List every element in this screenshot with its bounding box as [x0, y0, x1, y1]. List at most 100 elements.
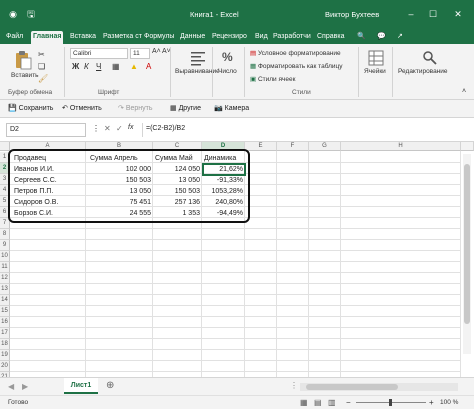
- italic-icon[interactable]: К: [84, 62, 89, 71]
- find-select-icon[interactable]: [422, 50, 438, 66]
- other-commands-button[interactable]: ▦ Другие: [170, 103, 201, 115]
- autosave-icon[interactable]: ◉: [6, 7, 20, 21]
- normal-view-icon[interactable]: ▦: [300, 398, 308, 407]
- sheet-options-icon[interactable]: ⋮: [290, 381, 298, 390]
- vertical-scrollbar-top[interactable]: [461, 142, 474, 151]
- tab-file[interactable]: Файл: [4, 31, 25, 44]
- zoom-slider-thumb[interactable]: [389, 399, 392, 406]
- prev-sheet-icon[interactable]: ◀: [8, 382, 14, 391]
- row-header[interactable]: 15: [0, 306, 10, 317]
- close-button[interactable]: ✕: [450, 6, 466, 22]
- row-header[interactable]: 9: [0, 240, 10, 251]
- column-header-h[interactable]: H: [341, 142, 461, 151]
- tab-data[interactable]: Данные: [178, 31, 207, 44]
- add-sheet-icon[interactable]: ⊕: [106, 380, 114, 391]
- minimize-button[interactable]: –: [403, 6, 419, 22]
- page-layout-view-icon[interactable]: ▤: [314, 398, 322, 407]
- copy-icon[interactable]: ❏: [38, 62, 45, 71]
- row-header[interactable]: 20: [0, 361, 10, 372]
- tab-developer[interactable]: Разработчи: [271, 31, 313, 44]
- borders-icon[interactable]: ▦: [112, 62, 120, 71]
- cell-styles-button[interactable]: ▣ Стили ячеек: [250, 75, 295, 83]
- grid-column-line: [460, 151, 461, 377]
- row-header[interactable]: 19: [0, 350, 10, 361]
- cut-icon[interactable]: ✂: [38, 50, 45, 59]
- paste-icon[interactable]: [14, 50, 32, 70]
- vertical-scrollbar-thumb[interactable]: [464, 164, 470, 324]
- tab-home[interactable]: Главная: [31, 31, 64, 44]
- cells-button[interactable]: Ячейки: [364, 68, 386, 75]
- cancel-icon[interactable]: ✕: [104, 124, 111, 133]
- formula-input[interactable]: =(C2-B2)/B2: [142, 123, 468, 137]
- save-icon: 💾: [8, 105, 19, 112]
- name-box[interactable]: D2: [6, 123, 86, 137]
- row-header[interactable]: 18: [0, 339, 10, 350]
- zoom-out-icon[interactable]: −: [346, 398, 351, 407]
- number-format-button[interactable]: Число: [218, 68, 237, 75]
- grid-row-line: [10, 327, 461, 328]
- share-icon[interactable]: ↗: [395, 31, 405, 44]
- zoom-in-icon[interactable]: +: [429, 398, 434, 407]
- zoom-level[interactable]: 100 %: [440, 399, 458, 406]
- tab-help[interactable]: Справка: [315, 31, 346, 44]
- camera-button[interactable]: 📷 Камера: [214, 103, 249, 115]
- maximize-button[interactable]: ☐: [425, 6, 441, 22]
- bold-icon[interactable]: Ж: [72, 62, 79, 71]
- row-header[interactable]: 11: [0, 262, 10, 273]
- enter-icon[interactable]: ✓: [116, 124, 123, 133]
- comments-icon[interactable]: 💬: [375, 31, 388, 44]
- grow-font-icon[interactable]: A˄: [152, 48, 161, 55]
- font-name-select[interactable]: Calibri: [70, 48, 128, 59]
- redo-icon: ↷: [118, 105, 126, 112]
- row-header[interactable]: 14: [0, 295, 10, 306]
- horizontal-scrollbar-thumb[interactable]: [306, 384, 398, 390]
- alignment-button[interactable]: Выравнивание: [175, 68, 220, 75]
- alignment-icon[interactable]: [190, 50, 206, 66]
- insert-function-icon[interactable]: fx: [128, 124, 133, 131]
- name-box-dropdown-icon[interactable]: ⋮: [92, 124, 100, 133]
- grid-row-line: [10, 316, 461, 317]
- cells-icon[interactable]: [368, 50, 384, 66]
- row-header[interactable]: 17: [0, 328, 10, 339]
- row-header[interactable]: 8: [0, 229, 10, 240]
- sheet-tabs-bar: ◀ ▶ Лист1 ⊕ ⋮: [0, 377, 474, 395]
- save-button[interactable]: 💾 Сохранить: [8, 103, 53, 115]
- format-as-table-button[interactable]: ▦ Форматировать как таблицу: [250, 62, 343, 70]
- collapse-ribbon-icon[interactable]: ˄: [462, 88, 466, 95]
- paste-button[interactable]: Вставить: [11, 72, 39, 79]
- next-sheet-icon[interactable]: ▶: [22, 382, 28, 391]
- font-color-icon[interactable]: A: [146, 62, 151, 71]
- format-painter-icon[interactable]: 🖌: [38, 74, 48, 83]
- grid-row-line: [10, 239, 461, 240]
- column-header-e[interactable]: E: [245, 142, 277, 151]
- grid-row-line: [10, 250, 461, 251]
- font-size-select[interactable]: 11: [130, 48, 150, 59]
- row-header[interactable]: 12: [0, 273, 10, 284]
- page-break-view-icon[interactable]: ▥: [328, 398, 336, 407]
- table-icon: ▦: [250, 63, 258, 70]
- redo-button[interactable]: ↷ Вернуть: [118, 103, 153, 115]
- tab-insert[interactable]: Вставка: [68, 31, 98, 44]
- select-all-corner[interactable]: [0, 142, 10, 151]
- tab-view[interactable]: Вид: [253, 31, 270, 44]
- search-icon[interactable]: 🔍: [355, 31, 368, 44]
- editing-button[interactable]: Редактирование: [398, 68, 448, 75]
- sheet-tab-list1[interactable]: Лист1: [64, 378, 98, 394]
- row-header[interactable]: 16: [0, 317, 10, 328]
- row-header[interactable]: 10: [0, 251, 10, 262]
- tab-review[interactable]: Рецензиро: [210, 31, 249, 44]
- spreadsheet-grid[interactable]: A B C D E F G H 1 2 3 4 5 6 7 8 9 10 11 12 13 14 15 16 1…: [0, 142, 474, 377]
- undo-button[interactable]: ↶ Отменить: [62, 103, 102, 115]
- underline-icon[interactable]: Ч: [96, 62, 101, 71]
- row-header[interactable]: 13: [0, 284, 10, 295]
- fill-color-icon[interactable]: ▲: [130, 62, 138, 71]
- save-icon[interactable]: 🖫: [24, 7, 38, 21]
- column-header-g[interactable]: G: [309, 142, 341, 151]
- tab-formulas[interactable]: Формулы: [142, 31, 176, 44]
- grid-row-line: [10, 272, 461, 273]
- tab-page-layout[interactable]: Разметка ст: [101, 31, 144, 44]
- percent-icon[interactable]: %: [222, 50, 233, 64]
- column-header-f[interactable]: F: [277, 142, 309, 151]
- conditional-format-button[interactable]: ▤ Условное форматирование: [250, 49, 341, 57]
- user-name[interactable]: Виктор Бухтеев: [325, 10, 379, 19]
